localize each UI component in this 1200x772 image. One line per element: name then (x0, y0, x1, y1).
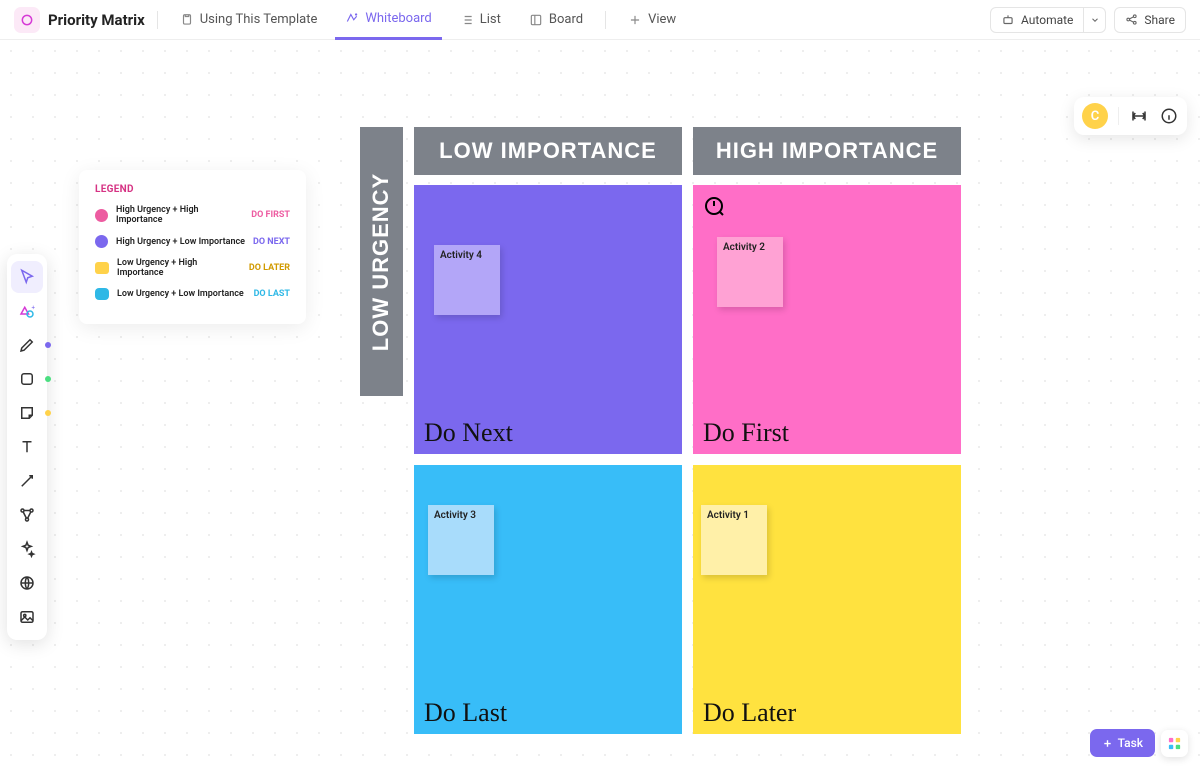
canvas-controls: C (1074, 97, 1187, 135)
info-icon[interactable] (1159, 106, 1179, 126)
legend-label: Low Urgency + Low Importance (117, 289, 246, 299)
legend-label: High Urgency + Low Importance (116, 237, 245, 247)
legend-swatch (95, 209, 108, 222)
quad-label: Do Next (424, 418, 513, 448)
legend-label: High Urgency + High Importance (116, 205, 243, 225)
col-header-low-importance[interactable]: LOW IMPORTANCE (414, 127, 682, 175)
fit-width-icon[interactable] (1129, 106, 1149, 126)
new-task-button[interactable]: Task (1090, 729, 1155, 757)
tab-add-view[interactable]: View (618, 0, 686, 40)
tab-board[interactable]: Board (519, 0, 593, 40)
rectangle-tool[interactable] (11, 363, 43, 395)
sticky-activity-1[interactable]: Activity 1 (701, 505, 767, 575)
quad-do-later[interactable]: Activity 1 Do Later (693, 465, 961, 734)
legend-swatch (95, 262, 109, 274)
legend-row: High Urgency + High Importance DO FIRST (95, 205, 290, 225)
tab-label: Board (549, 12, 583, 27)
doc-icon (14, 7, 40, 33)
tab-label: Using This Template (200, 12, 318, 27)
legend-row: Low Urgency + Low Importance DO LAST (95, 288, 290, 300)
alert-icon (703, 195, 727, 219)
automate-label: Automate (1021, 13, 1073, 27)
col-header-high-importance[interactable]: HIGH IMPORTANCE (693, 127, 961, 175)
pointer-tool[interactable] (11, 261, 43, 293)
ai-tool[interactable] (11, 533, 43, 565)
legend-swatch (95, 235, 108, 248)
quad-do-next[interactable]: Activity 4 Do Next (414, 185, 682, 454)
quad-label: Do Later (703, 698, 796, 728)
shapes-tool[interactable]: + (11, 295, 43, 327)
whiteboard-canvas[interactable]: + C (0, 40, 1200, 772)
divider (157, 11, 158, 29)
quad-label: Do First (703, 418, 789, 448)
relations-tool[interactable] (11, 499, 43, 531)
quad-label: Do Last (424, 698, 507, 728)
task-btn-label: Task (1118, 736, 1143, 750)
tab-whiteboard[interactable]: Whiteboard (335, 0, 441, 40)
tab-label: Whiteboard (365, 11, 431, 26)
share-label: Share (1144, 13, 1175, 27)
legend-swatch (95, 288, 109, 300)
tab-label: List (480, 12, 501, 27)
row-header-low-urgency[interactable]: LOW URGENCY (360, 127, 403, 396)
text-tool[interactable] (11, 431, 43, 463)
tab-list[interactable]: List (450, 0, 511, 40)
sticky-activity-3[interactable]: Activity 3 (428, 505, 494, 575)
tab-using-template[interactable]: Using This Template (170, 0, 328, 40)
sticky-activity-2[interactable]: Activity 2 (717, 237, 783, 307)
quad-do-first[interactable]: Activity 2 Do First (693, 185, 961, 454)
share-button[interactable]: Share (1114, 7, 1186, 33)
legend-row: Low Urgency + High Importance DO LATER (95, 258, 290, 278)
legend-title: LEGEND (95, 184, 290, 195)
legend-label: Low Urgency + High Importance (117, 258, 241, 278)
connector-tool[interactable] (11, 465, 43, 497)
toolbox: + (7, 254, 47, 640)
apps-button[interactable] (1161, 730, 1188, 757)
automate-chevron[interactable] (1084, 7, 1106, 33)
legend-action: DO NEXT (253, 237, 290, 247)
svg-text:+: + (32, 305, 36, 312)
legend-action: DO LAST (254, 289, 290, 299)
legend-action: DO LATER (249, 263, 290, 273)
page-title: Priority Matrix (48, 11, 145, 29)
avatar[interactable]: C (1082, 103, 1108, 129)
legend-row: High Urgency + Low Importance DO NEXT (95, 235, 290, 248)
legend-card[interactable]: LEGEND High Urgency + High Importance DO… (79, 170, 306, 324)
tab-label: View (648, 12, 676, 27)
legend-action: DO FIRST (251, 210, 290, 220)
image-tool[interactable] (11, 601, 43, 633)
topbar: Priority Matrix Using This Template Whit… (0, 0, 1200, 40)
sticky-activity-4[interactable]: Activity 4 (434, 245, 500, 315)
pen-tool[interactable] (11, 329, 43, 361)
quad-do-last[interactable]: Activity 3 Do Last (414, 465, 682, 734)
sticky-tool[interactable] (11, 397, 43, 429)
automate-button[interactable]: Automate (990, 7, 1084, 33)
divider (605, 11, 606, 29)
web-tool[interactable] (11, 567, 43, 599)
